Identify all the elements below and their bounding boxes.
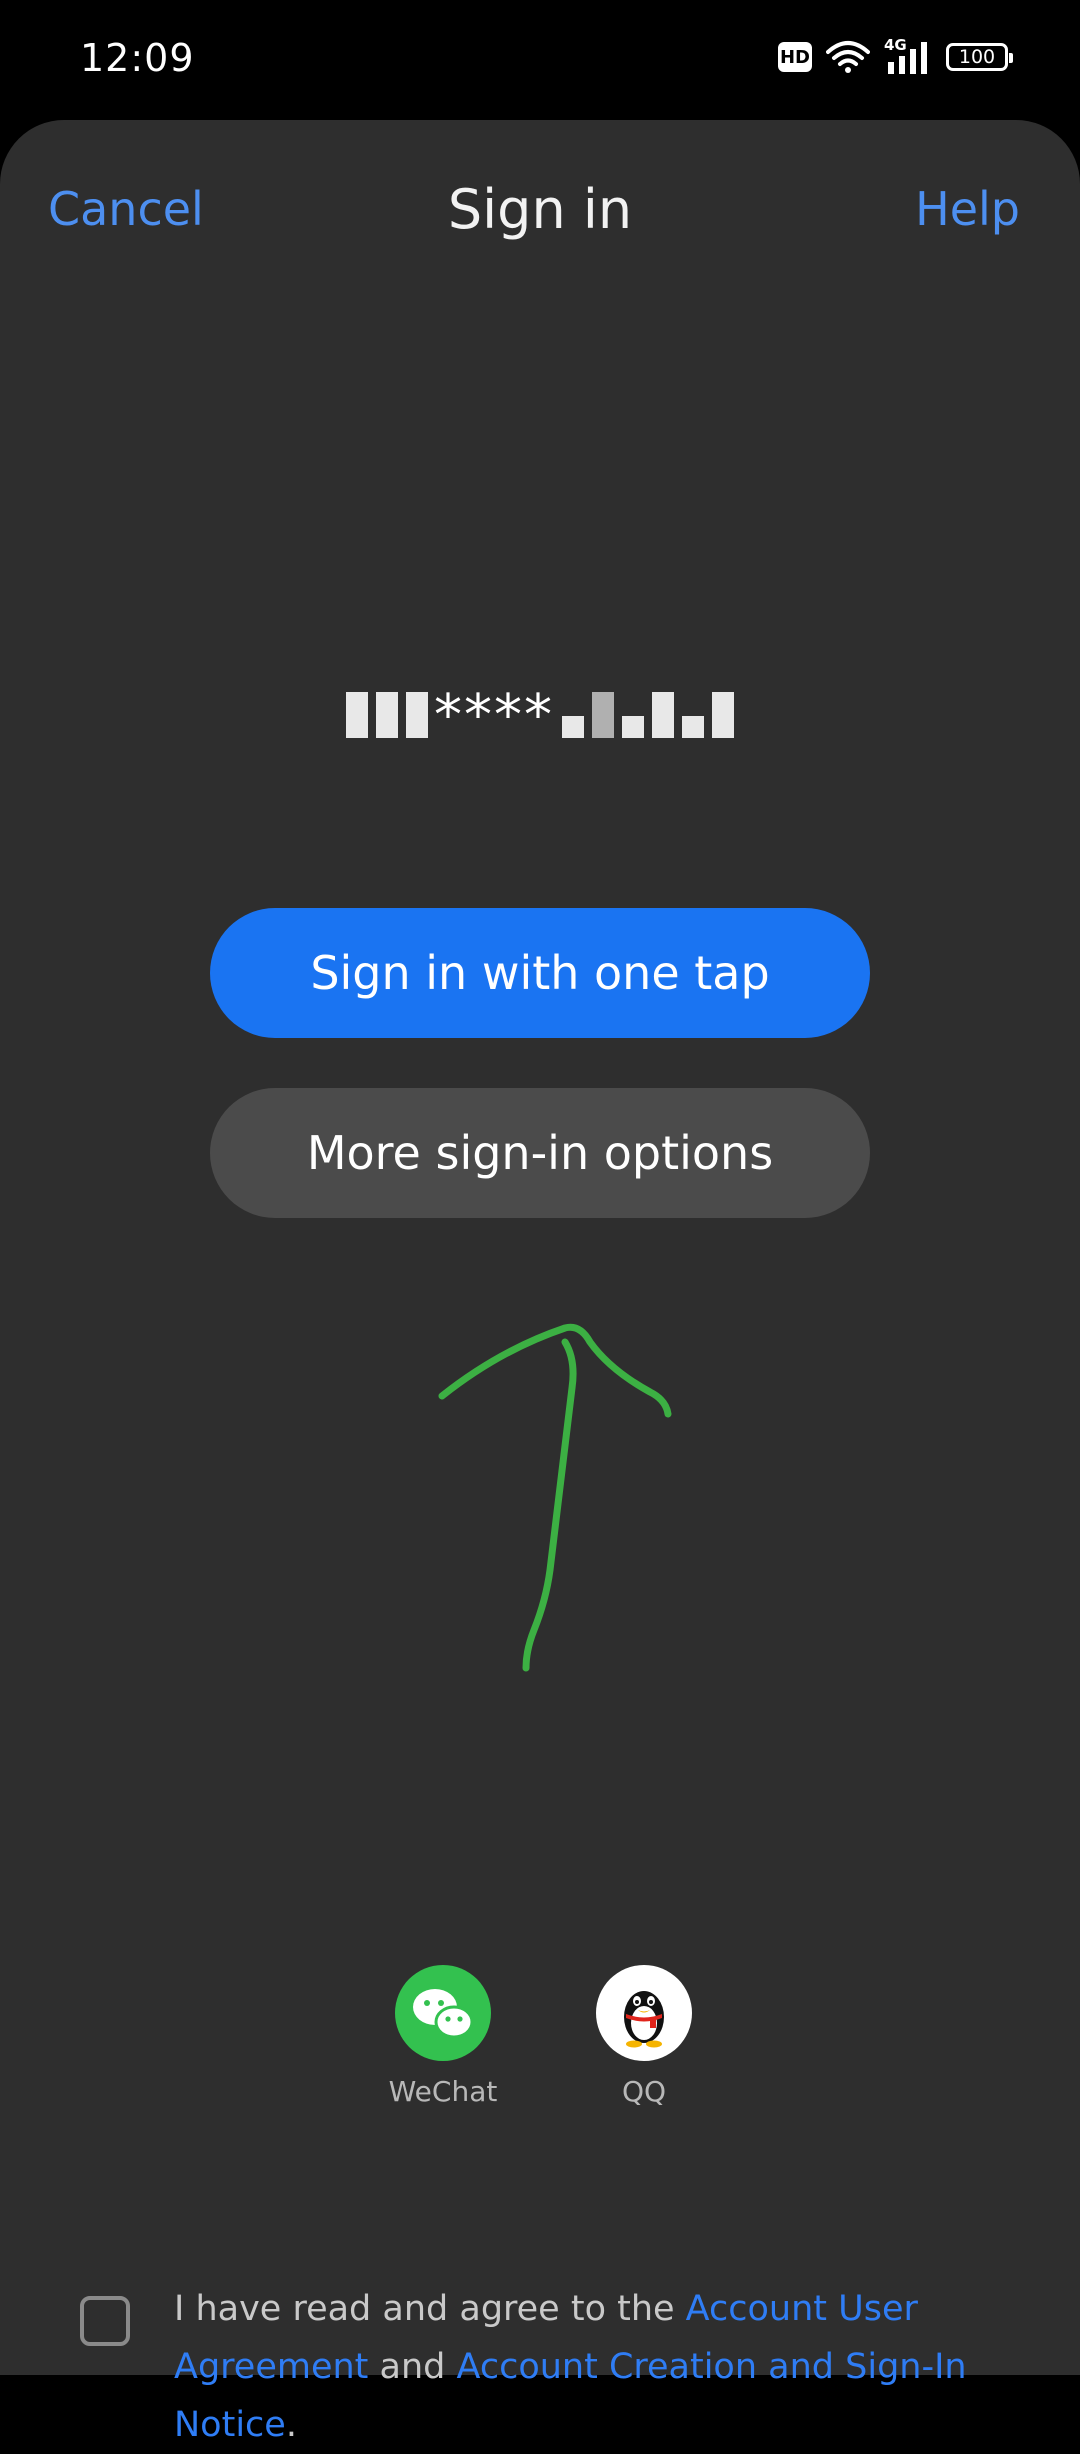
agreement-checkbox[interactable] [80, 2296, 130, 2346]
agreement-section: I have read and agree to the Account Use… [80, 2280, 1020, 2454]
masked-digits: **** [434, 682, 554, 748]
agreement-text: I have read and agree to the Account Use… [174, 2280, 1020, 2454]
green-arrow-annotation [438, 1323, 672, 1672]
status-icons: HD 4G 100 [778, 36, 1013, 74]
agreement-suffix: . [285, 2405, 297, 2445]
qq-sign-in[interactable]: QQ [564, 1965, 724, 2108]
more-sign-in-options-button[interactable]: More sign-in options [210, 1088, 870, 1218]
agreement-prefix: I have read and agree to the [174, 2289, 686, 2329]
qq-penguin-icon[interactable] [596, 1965, 692, 2061]
wechat-icon[interactable] [395, 1965, 491, 2061]
sign-in-one-tap-button[interactable]: Sign in with one tap [210, 908, 870, 1038]
battery-icon: 100 [946, 43, 1013, 71]
qq-label: QQ [621, 2075, 667, 2108]
help-button[interactable]: Help [915, 182, 1020, 236]
wechat-sign-in[interactable]: WeChat [363, 1965, 523, 2108]
hd-icon: HD [778, 42, 812, 72]
sign-in-sheet: Cancel Sign in Help **** Sign in with on… [0, 120, 1080, 2445]
masked-account: **** [0, 680, 1080, 750]
status-time: 12:09 [80, 36, 195, 80]
signal-icon: 4G [884, 36, 932, 74]
wifi-icon [826, 41, 870, 73]
masked-prefix [346, 692, 428, 738]
status-bar: 12:09 HD 4G 100 [0, 0, 1080, 120]
agreement-middle: and [368, 2347, 457, 2387]
wechat-label: WeChat [388, 2075, 498, 2108]
masked-suffix [562, 692, 734, 738]
